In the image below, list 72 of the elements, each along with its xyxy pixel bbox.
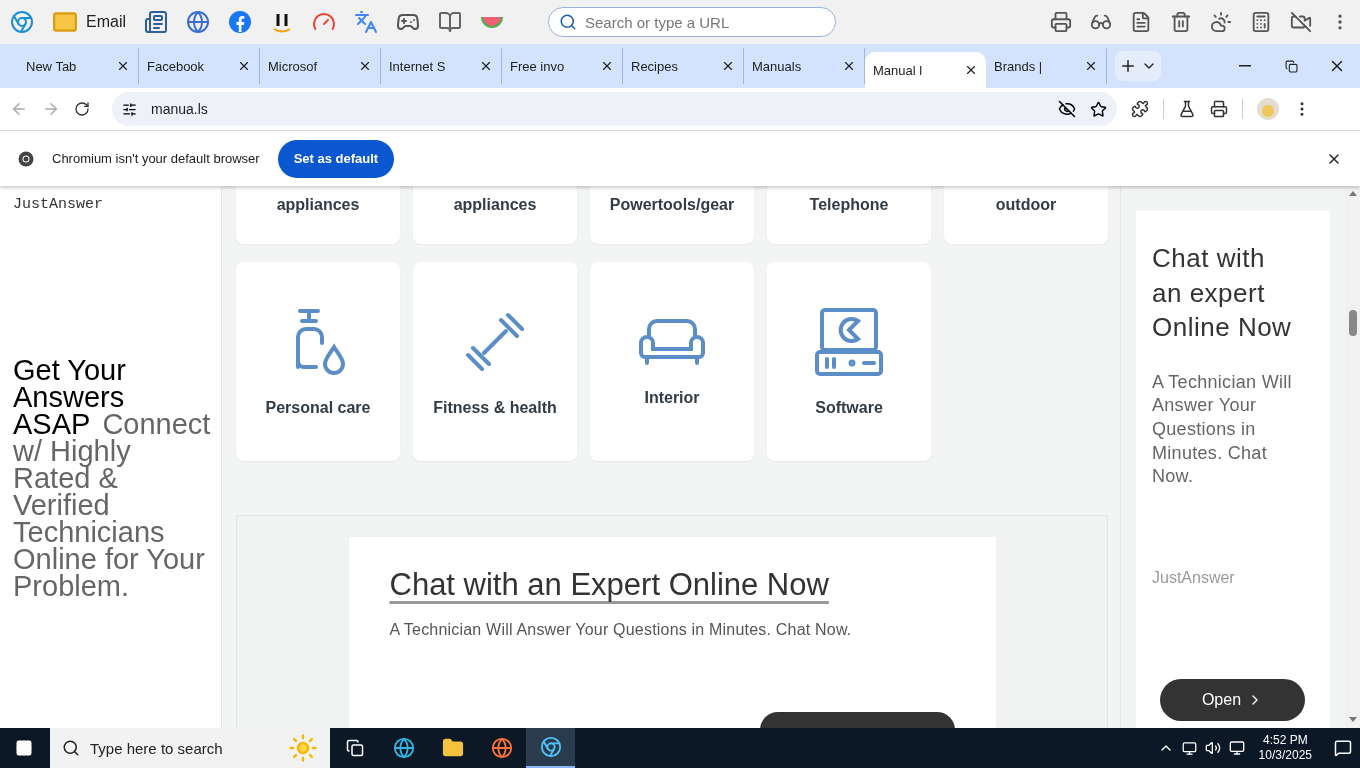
close-icon[interactable]	[842, 59, 856, 73]
browser-tab[interactable]: New Tab	[18, 48, 139, 84]
notification-icon[interactable]	[1334, 739, 1352, 757]
browser-tab[interactable]: Microsof	[260, 48, 381, 84]
minimize-icon	[1239, 65, 1251, 67]
set-default-button[interactable]: Set as default	[277, 139, 395, 178]
facebook-icon[interactable]	[228, 10, 252, 34]
video-off-icon[interactable]	[1290, 11, 1312, 33]
ad-title-link[interactable]: Chat with an Expert Online Now	[389, 567, 829, 603]
puzzle-icon[interactable]	[1131, 100, 1149, 118]
category-card[interactable]: Software	[767, 262, 931, 461]
browser-tab[interactable]: Facebook	[139, 48, 260, 84]
search-icon	[62, 739, 80, 757]
category-card[interactable]: Telephone	[767, 186, 931, 244]
search-field[interactable]: Search or type a URL	[548, 7, 836, 37]
clock[interactable]: 4:52 PM 10/3/2025	[1258, 733, 1312, 763]
close-icon[interactable]	[600, 59, 614, 73]
new-tab-button[interactable]	[1119, 57, 1137, 75]
close-icon[interactable]	[116, 59, 130, 73]
category-card[interactable]: appliances	[236, 186, 400, 244]
browser-logo-icon[interactable]	[526, 728, 575, 768]
browser-tab[interactable]: Recipes	[623, 48, 744, 84]
close-icon[interactable]	[237, 59, 251, 73]
printer-icon[interactable]	[1210, 100, 1228, 118]
category-card[interactable]: appliances	[413, 186, 577, 244]
open-button[interactable]: Open	[1160, 679, 1305, 721]
notepad-icon[interactable]	[1130, 11, 1152, 33]
ad-text: A Technician Will Answer Your Questions in Minutes. Chat Now.	[1152, 370, 1293, 489]
ad-title[interactable]: Chat with an expert Online Now	[1152, 241, 1302, 345]
reload-icon[interactable]	[74, 101, 90, 117]
watermelon-icon[interactable]	[480, 14, 504, 30]
software-device-icon	[814, 306, 884, 377]
taskbar-search-field[interactable]: Type here to search	[50, 728, 330, 768]
trash-icon[interactable]	[1170, 11, 1192, 33]
weather-icon[interactable]	[1210, 11, 1232, 33]
bookmark-label[interactable]: Email	[86, 13, 126, 31]
ad-text: A Technician Will Answer Your Questions in Minutes. Chat Now.	[389, 621, 853, 639]
globe-icon[interactable]	[186, 10, 210, 34]
sofa-icon	[637, 316, 707, 367]
category-card[interactable]: outdoor	[944, 186, 1108, 244]
ad-text[interactable]: Get Your Answers ASAP Connect w/ Highly Rated & Verified Technicians Online for Your Problem.	[13, 357, 216, 600]
search-icon	[559, 13, 577, 31]
category-card[interactable]: Personal care	[236, 262, 400, 461]
calculator-icon[interactable]	[1250, 11, 1272, 33]
browser-tab[interactable]: Brands |	[986, 48, 1107, 84]
sun-icon	[288, 733, 318, 763]
browser-tab[interactable]: Manual l	[865, 52, 986, 88]
book-icon[interactable]	[438, 10, 462, 34]
browser-tab[interactable]: Internet S	[381, 48, 502, 84]
volume-icon[interactable]	[1204, 740, 1221, 756]
address-bar[interactable]: manua.ls	[112, 92, 1117, 126]
network-icon[interactable]	[1228, 740, 1245, 756]
scrollbar[interactable]	[1345, 186, 1360, 728]
ad-brand: JustAnswer	[1152, 569, 1236, 587]
close-icon[interactable]	[964, 63, 978, 77]
close-icon[interactable]	[721, 59, 735, 73]
close-icon[interactable]	[479, 59, 493, 73]
category-card[interactable]: Interior	[590, 262, 754, 461]
default-browser-message: Chromium isn't your default browser	[52, 151, 260, 166]
restore-icon	[1284, 59, 1298, 73]
translate-icon[interactable]	[354, 10, 378, 34]
close-icon[interactable]	[1084, 59, 1098, 73]
ad-brand: JustAnswer	[13, 196, 104, 213]
news-icon[interactable]	[144, 10, 168, 34]
browser-tab[interactable]: Free invo	[502, 48, 623, 84]
plus-icon	[1119, 57, 1137, 75]
printer-icon[interactable]	[1050, 11, 1072, 33]
browser-logo-icon[interactable]	[18, 150, 34, 167]
flask-icon[interactable]	[1178, 100, 1196, 118]
category-card[interactable]: Fitness & health	[413, 262, 577, 461]
close-icon[interactable]	[358, 59, 372, 73]
category-card[interactable]: Powertools/gear	[590, 186, 754, 244]
